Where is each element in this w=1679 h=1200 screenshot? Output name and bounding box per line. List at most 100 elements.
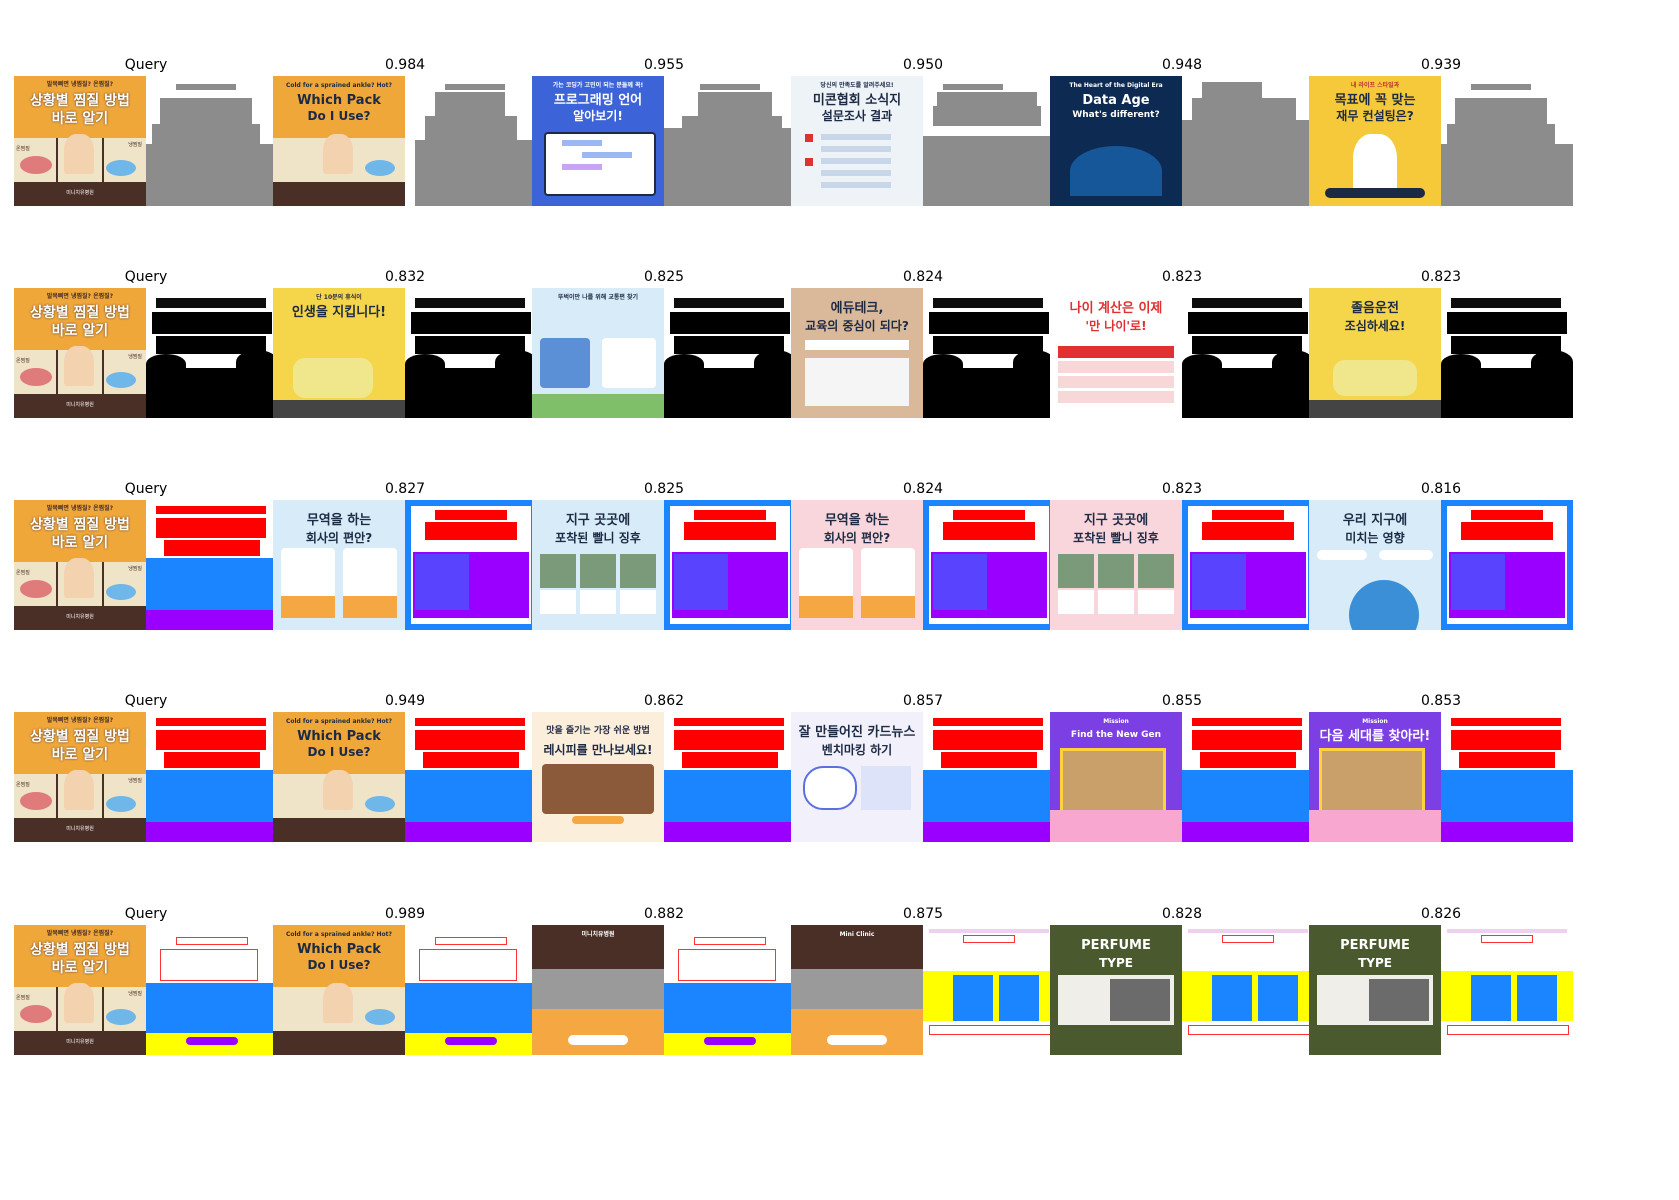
mask-block <box>160 949 258 981</box>
photo <box>620 554 656 588</box>
mask-block <box>1182 120 1314 206</box>
similarity-score: 0.875 <box>902 906 944 922</box>
car-illustration <box>293 358 373 398</box>
mask-block <box>933 106 1041 126</box>
result-cell: 0.948 The Heart of the Digital Era Data Ag… <box>1050 57 1314 206</box>
photo <box>540 554 576 588</box>
mask-block <box>1188 929 1308 933</box>
thumb-text: 발목삐면 냉찜질? 온찜질? <box>46 717 114 724</box>
result-thumbnail: Mission 다음 세대를 찾아라! <box>1309 712 1441 842</box>
mask-block <box>674 718 784 726</box>
thumb-title: Which Pack <box>297 942 381 957</box>
mask-block <box>678 949 776 981</box>
layout-mask <box>664 925 796 1055</box>
result-cell: 0.984 Cold for a sprained ankle? Hot? Whic… <box>273 57 537 206</box>
thumb-title: 지구 곳곳에 <box>565 513 631 528</box>
mask-block <box>146 368 278 418</box>
mask-block <box>156 718 266 726</box>
mask-block <box>933 718 1043 726</box>
mask-block <box>694 937 766 945</box>
footer-bar <box>273 1030 405 1055</box>
photo-caption <box>540 590 576 614</box>
thumb-title: 재무 컨설팅은? <box>1336 109 1414 123</box>
thumb-title: 알아보기! <box>573 109 623 123</box>
result-thumbnail: 우리 지구에 미치는 영향 <box>1309 500 1441 630</box>
thumb-text: 미니치유병원 <box>66 614 94 620</box>
image-pair: 나이 계산은 이제 '만 나이'로! <box>1050 288 1314 418</box>
mask-block <box>1222 935 1274 943</box>
similarity-score: 0.832 <box>384 269 426 285</box>
thumb-title: 포착된 빨니 징후 <box>555 531 641 545</box>
image-pair: 맛을 즐기는 가장 쉬운 방법 레시피를 만나보세요! <box>532 712 796 842</box>
mask-block <box>146 770 278 822</box>
image-pair: Cold for a sprained ankle? Hot? Which Pac… <box>273 76 537 206</box>
image-pair: 발목삐면 냉찜질? 온찜질? 상황별 찜질 방법 바로 알기 온찜질 냉찜질 미니치유병원 <box>14 76 278 206</box>
mask-block <box>146 144 278 206</box>
result-thumbnail: 단 10분의 휴식이 인생을 지킵니다! <box>273 288 405 418</box>
info-panel <box>791 1009 923 1055</box>
mask-block <box>674 298 784 308</box>
mask-block <box>236 350 278 374</box>
thumb-title: 졸음운전 <box>1351 301 1399 316</box>
mask-block <box>1471 84 1531 90</box>
result-cell: 0.827 무역을 하는 회사의 편안? <box>273 481 537 630</box>
image-pair: Cold for a sprained ankle? Hot? Which Pac… <box>273 712 537 842</box>
mask-block <box>670 312 790 334</box>
layout-mask <box>1441 288 1573 418</box>
mask-block <box>684 522 776 540</box>
mask-block <box>1447 124 1555 144</box>
similarity-score: 0.984 <box>384 57 426 73</box>
thumb-text: Cold for a sprained ankle? Hot? <box>285 931 393 938</box>
thumb-text: 미니치유병원 <box>581 931 615 938</box>
mask-block <box>953 510 1025 520</box>
mask-block <box>1200 752 1296 768</box>
image-pair: 졸음운전 조심하세요! <box>1309 288 1573 418</box>
mask-block <box>405 983 537 1033</box>
thumb-title: 무역을 하는 <box>306 513 372 528</box>
layout-mask <box>1182 925 1314 1055</box>
mask-block <box>953 975 993 1021</box>
ice-pack-illustration <box>365 160 395 176</box>
image-pair: 당신의 만족도를 알려주세요! 미콘협회 소식지 설문조사 결과 <box>791 76 1055 206</box>
character-illustration <box>64 346 94 386</box>
result-cell: 0.989 Cold for a sprained ankle? Hot? Whic… <box>273 906 537 1055</box>
query-label: Query <box>124 481 168 497</box>
layout-mask <box>923 288 1055 418</box>
ice-pack-illustration <box>106 160 136 176</box>
thumb-text: 미니치유병원 <box>66 1039 94 1045</box>
thumb-text: 발목삐면 냉찜질? 온찜질? <box>46 505 114 512</box>
layout-mask <box>1441 500 1573 630</box>
cta-button <box>827 1035 887 1045</box>
thumb-title: 우리 지구에 <box>1342 513 1408 528</box>
thumb-text: 미니치유병원 <box>66 826 94 832</box>
mask-block <box>1182 368 1314 418</box>
layout-mask <box>1441 925 1573 1055</box>
mask-block <box>1192 298 1302 308</box>
result-cell: 0.816 우리 지구에 미치는 영향 <box>1309 481 1573 630</box>
hot-pack-illustration <box>20 580 52 598</box>
thumb-text: 온찜질 <box>16 146 30 152</box>
mask-block <box>419 949 517 981</box>
thumb-title: 맛을 즐기는 가장 쉬운 방법 <box>546 726 650 736</box>
result-cell: 0.823 나이 계산은 이제 '만 나이'로! <box>1050 269 1314 418</box>
layout-mask <box>1182 500 1314 630</box>
thumb-text: 발목삐면 냉찜질? 온찜질? <box>46 930 114 937</box>
similarity-score: 0.855 <box>1161 693 1203 709</box>
result-cell: 0.825 뚜벅이만 나를 위해 교통편 찾기 <box>532 269 796 418</box>
query-thumbnail: 발목삐면 냉찜질? 온찜질? 상황별 찜질 방법 바로 알기 온찜질 냉찜질 미니치유병원 <box>14 288 146 418</box>
result-thumbnail: Mission Find the New Gen <box>1050 712 1182 842</box>
panel-divider <box>56 774 58 818</box>
thumb-text: The Heart of the Digital Era <box>1069 82 1163 89</box>
image-pair: 발목삐면 냉찜질? 온찜질? 상황별 찜질 방법 바로 알기 온찜질 냉찜질 미니치유병원 <box>14 712 278 842</box>
mask-block <box>923 136 1055 206</box>
image-pair: 뚜벅이만 나를 위해 교통편 찾기 <box>532 288 796 418</box>
query-thumbnail: 발목삐면 냉찜질? 온찜질? 상황별 찜질 방법 바로 알기 온찜질 냉찜질 미니치유병원 <box>14 76 146 206</box>
thumb-title: 상황별 찜질 방법 <box>30 93 130 109</box>
mask-block <box>415 140 537 206</box>
mask-block <box>423 752 519 768</box>
image-pair: 단 10분의 휴식이 인생을 지킵니다! <box>273 288 537 418</box>
info-panel <box>532 1009 664 1055</box>
mask-block <box>415 298 525 308</box>
mask-block <box>1517 975 1557 1021</box>
mask-block <box>160 98 252 124</box>
